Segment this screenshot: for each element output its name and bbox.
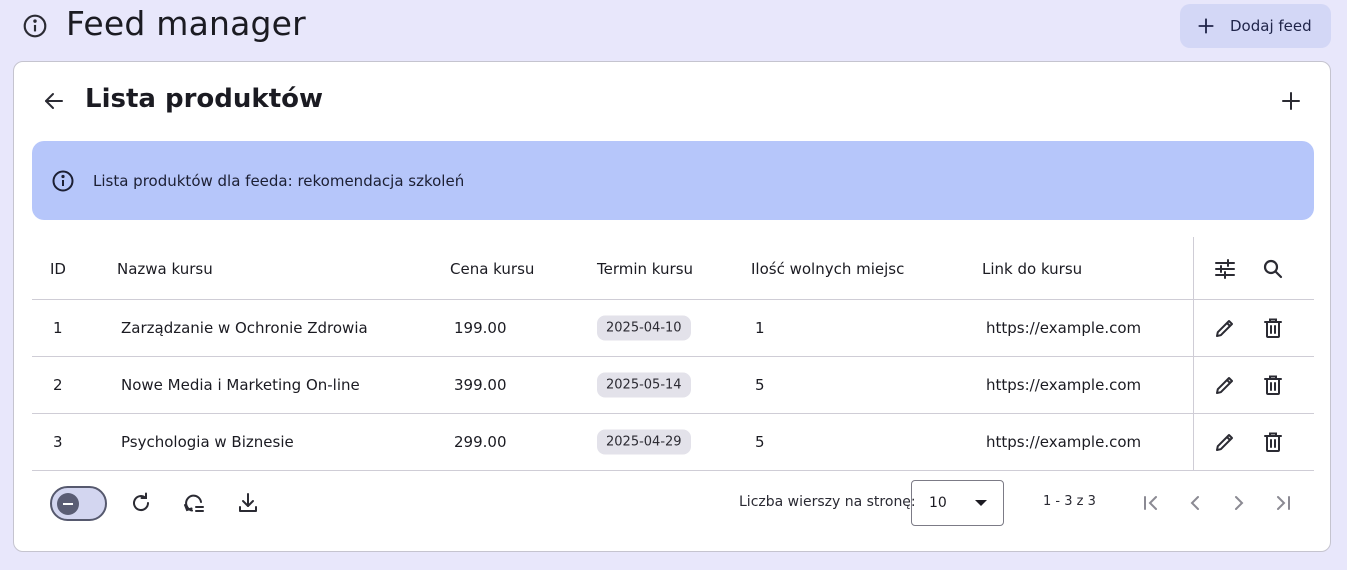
next-page-icon[interactable] [1227, 491, 1251, 515]
cell-price: 299.00 [454, 433, 507, 451]
cell-id: 3 [53, 433, 63, 451]
table-row[interactable]: 3 Psychologia w Biznesie 299.00 2025-04-… [32, 414, 1314, 471]
cell-name: Zarządzanie w Ochronie Zdrowia [121, 319, 368, 337]
delete-icon[interactable] [1261, 316, 1285, 340]
cell-id: 2 [53, 376, 63, 394]
banner-text: Lista produktów dla feeda: rekomendacja … [93, 171, 465, 190]
download-icon[interactable] [236, 491, 260, 515]
page-title: Feed manager [66, 4, 306, 43]
cell-price: 399.00 [454, 376, 507, 394]
column-header-date[interactable]: Termin kursu [597, 260, 693, 278]
last-page-icon[interactable] [1271, 491, 1295, 515]
column-header-link[interactable]: Link do kursu [982, 260, 1082, 278]
cell-link[interactable]: https://example.com [986, 433, 1141, 451]
prev-page-icon[interactable] [1183, 491, 1207, 515]
table-header-row: ID Nazwa kursu Cena kursu Termin kursu I… [32, 238, 1314, 300]
cell-seats: 5 [755, 376, 765, 394]
info-icon [51, 169, 75, 193]
products-table: ID Nazwa kursu Cena kursu Termin kursu I… [32, 237, 1314, 471]
add-feed-button[interactable]: Dodaj feed [1180, 4, 1331, 48]
cell-date-chip: 2025-05-14 [597, 372, 691, 398]
cell-id: 1 [53, 319, 63, 337]
delete-icon[interactable] [1261, 430, 1285, 454]
rows-per-page-select[interactable]: 10 [911, 480, 1004, 526]
table-footer: Liczba wierszy na stronę: 10 1 - 3 z 3 [32, 472, 1314, 534]
arrow-back-icon[interactable] [42, 89, 66, 113]
card-title: Lista produktów [85, 84, 323, 114]
column-header-id[interactable]: ID [50, 260, 66, 278]
plus-icon [1196, 16, 1216, 36]
table-row[interactable]: 1 Zarządzanie w Ochronie Zdrowia 199.00 … [32, 300, 1314, 357]
cell-seats: 1 [755, 319, 765, 337]
add-product-icon[interactable] [1279, 89, 1303, 113]
density-toggle[interactable] [50, 486, 107, 521]
refresh-icon[interactable] [129, 491, 153, 515]
cell-link[interactable]: https://example.com [986, 319, 1141, 337]
toggle-knob [57, 493, 79, 515]
cell-date-chip: 2025-04-10 [597, 315, 691, 341]
cell-name: Psychologia w Biznesie [121, 433, 294, 451]
info-icon[interactable] [22, 13, 48, 39]
cell-date-chip: 2025-04-29 [597, 429, 691, 455]
edit-icon[interactable] [1213, 430, 1237, 454]
cell-link[interactable]: https://example.com [986, 376, 1141, 394]
info-banner: Lista produktów dla feeda: rekomendacja … [32, 141, 1314, 220]
edit-icon[interactable] [1213, 316, 1237, 340]
refresh-settings-icon[interactable] [182, 491, 206, 515]
pagination-range: 1 - 3 z 3 [1043, 494, 1096, 509]
column-header-seats[interactable]: Ilość wolnych miejsc [751, 260, 904, 278]
column-header-price[interactable]: Cena kursu [450, 260, 534, 278]
rows-per-page-label: Liczba wierszy na stronę: [739, 494, 916, 510]
dropdown-arrow-icon [975, 500, 987, 506]
product-list-card: Lista produktów Lista produktów dla feed… [13, 61, 1331, 552]
delete-icon[interactable] [1261, 373, 1285, 397]
cell-price: 199.00 [454, 319, 507, 337]
cell-name: Nowe Media i Marketing On-line [121, 376, 360, 394]
column-header-name[interactable]: Nazwa kursu [117, 260, 213, 278]
filter-settings-icon[interactable] [1213, 257, 1237, 281]
add-feed-label: Dodaj feed [1230, 17, 1312, 35]
cell-seats: 5 [755, 433, 765, 451]
table-row[interactable]: 2 Nowe Media i Marketing On-line 399.00 … [32, 357, 1314, 414]
edit-icon[interactable] [1213, 373, 1237, 397]
rows-per-page-value: 10 [929, 495, 947, 511]
search-icon[interactable] [1261, 257, 1285, 281]
first-page-icon[interactable] [1139, 491, 1163, 515]
